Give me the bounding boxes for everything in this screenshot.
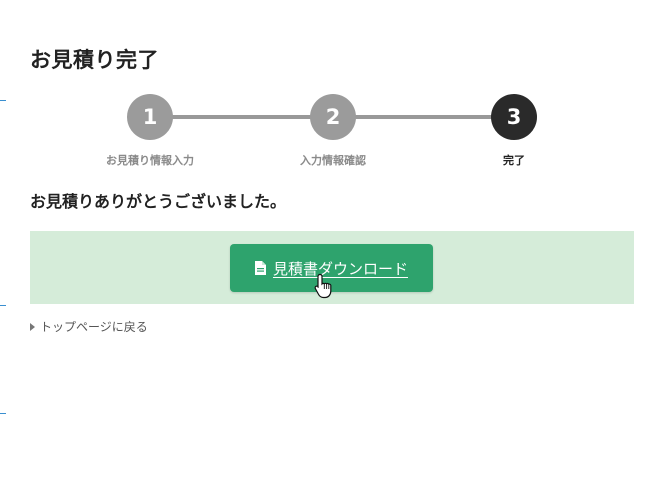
- progress-stepper: 1 お見積り情報入力 2 入力情報確認 3 完了: [90, 94, 570, 174]
- download-button-label: 見積書ダウンロード: [272, 259, 408, 278]
- step-3: 3 完了: [444, 94, 584, 168]
- edge-marker: [0, 413, 6, 414]
- page: お見積り完了 1 お見積り情報入力 2 入力情報確認 3 完了 お見積りありがと…: [0, 0, 660, 480]
- step-1: 1 お見積り情報入力: [80, 94, 220, 168]
- step-1-label: お見積り情報入力: [106, 154, 194, 167]
- step-2: 2 入力情報確認: [263, 94, 403, 168]
- page-title: お見積り完了: [30, 48, 159, 72]
- step-3-circle: 3: [491, 94, 537, 140]
- step-2-circle: 2: [310, 94, 356, 140]
- back-to-top-label: トップページに戻る: [40, 320, 148, 334]
- step-2-label: 入力情報確認: [300, 154, 366, 167]
- download-panel: 見積書ダウンロード: [30, 231, 634, 304]
- edge-marker: [0, 100, 6, 101]
- document-icon: [254, 261, 266, 275]
- download-quote-button[interactable]: 見積書ダウンロード: [230, 244, 433, 292]
- edge-marker: [0, 305, 6, 306]
- thanks-message: お見積りありがとうございました。: [30, 192, 287, 211]
- step-3-label: 完了: [503, 154, 525, 167]
- step-1-circle: 1: [127, 94, 173, 140]
- caret-right-icon: [30, 322, 35, 331]
- back-to-top-link[interactable]: トップページに戻る: [30, 318, 148, 335]
